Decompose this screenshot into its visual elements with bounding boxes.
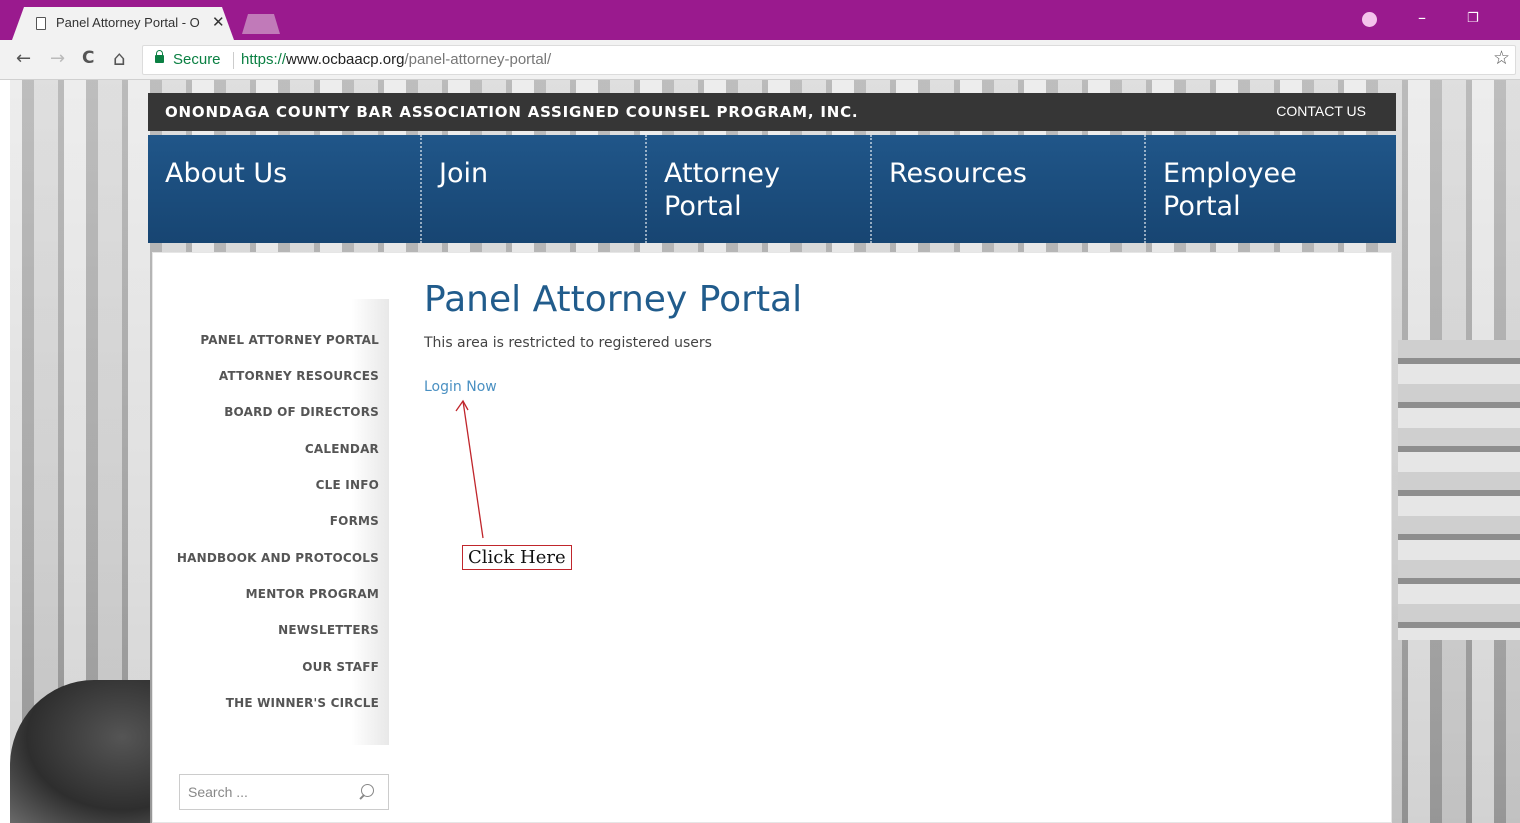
site-topbar: ONONDAGA COUNTY BAR ASSOCIATION ASSIGNED… [148, 93, 1396, 131]
nav-attorney-portal[interactable]: Attorney Portal [645, 135, 870, 243]
profile-icon[interactable] [1362, 12, 1377, 27]
page-icon [36, 17, 46, 30]
restore-window-icon[interactable]: ❐ [1467, 11, 1479, 26]
nav-join[interactable]: Join [420, 135, 645, 243]
sidebar-item-forms[interactable]: FORMS [330, 514, 379, 528]
close-tab-icon[interactable]: ✕ [212, 13, 225, 31]
divider [233, 52, 234, 69]
sidebar-item-board-of-directors[interactable]: BOARD OF DIRECTORS [224, 405, 379, 419]
click-here-annotation: Click Here [462, 545, 572, 570]
contact-us-link[interactable]: CONTACT US [1276, 103, 1366, 119]
sidebar-item-mentor-program[interactable]: MENTOR PROGRAM [246, 587, 379, 601]
browser-toolbar: ← → C ⌂ Secure https://www.ocbaacp.org/p… [0, 40, 1520, 80]
nav-resources[interactable]: Resources [870, 135, 1144, 243]
sidebar-item-our-staff[interactable]: OUR STAFF [302, 660, 379, 674]
nav-employee-portal[interactable]: Employee Portal [1144, 135, 1396, 243]
page-edge [0, 80, 10, 823]
sidebar-item-handbook-and-protocols[interactable]: HANDBOOK AND PROTOCOLS [177, 551, 379, 565]
annotation-arrow [455, 399, 484, 539]
page-viewport: ONONDAGA COUNTY BAR ASSOCIATION ASSIGNED… [0, 80, 1520, 823]
sidebar-item-panel-attorney-portal[interactable]: PANEL ATTORNEY PORTAL [200, 333, 379, 347]
content-panel: PANEL ATTORNEY PORTAL ATTORNEY RESOURCES… [152, 252, 1392, 823]
organization-name: ONONDAGA COUNTY BAR ASSOCIATION ASSIGNED… [165, 103, 859, 121]
tab-title: Panel Attorney Portal - O [56, 15, 200, 30]
reload-icon[interactable]: C [82, 48, 94, 68]
browser-titlebar: Panel Attorney Portal - O ✕ – ❐ [0, 0, 1520, 40]
sidebar-item-cle-info[interactable]: CLE INFO [316, 478, 379, 492]
url-text[interactable]: https://www.ocbaacp.org/panel-attorney-p… [241, 51, 551, 68]
restricted-notice: This area is restricted to registered us… [424, 335, 712, 351]
search-icon[interactable] [361, 784, 374, 797]
main-navigation: About Us Join Attorney Portal Resources E… [148, 135, 1396, 243]
minimize-icon[interactable]: – [1418, 8, 1426, 27]
sidebar-item-the-winners-circle[interactable]: THE WINNER'S CIRCLE [226, 696, 379, 710]
address-bar[interactable]: Secure https://www.ocbaacp.org/panel-att… [142, 45, 1516, 75]
search-input[interactable] [180, 775, 366, 809]
home-icon[interactable]: ⌂ [113, 46, 126, 70]
sidebar-item-attorney-resources[interactable]: ATTORNEY RESOURCES [219, 369, 379, 383]
bookmark-star-icon[interactable]: ☆ [1493, 47, 1510, 69]
sidebar-item-calendar[interactable]: CALENDAR [305, 442, 379, 456]
forward-icon[interactable]: → [50, 48, 65, 69]
sidebar-search [179, 774, 389, 810]
sidebar: PANEL ATTORNEY PORTAL ATTORNEY RESOURCES… [153, 299, 389, 745]
sidebar-item-newsletters[interactable]: NEWSLETTERS [278, 623, 379, 637]
background-column [1398, 340, 1520, 640]
secure-label: Secure [173, 51, 221, 68]
background-dome [10, 680, 150, 823]
lock-icon [155, 50, 164, 63]
new-tab-button[interactable] [242, 14, 280, 34]
nav-about-us[interactable]: About Us [148, 135, 420, 243]
page-title: Panel Attorney Portal [424, 279, 803, 320]
back-icon[interactable]: ← [16, 48, 31, 69]
browser-tab[interactable]: Panel Attorney Portal - O ✕ [12, 7, 234, 40]
